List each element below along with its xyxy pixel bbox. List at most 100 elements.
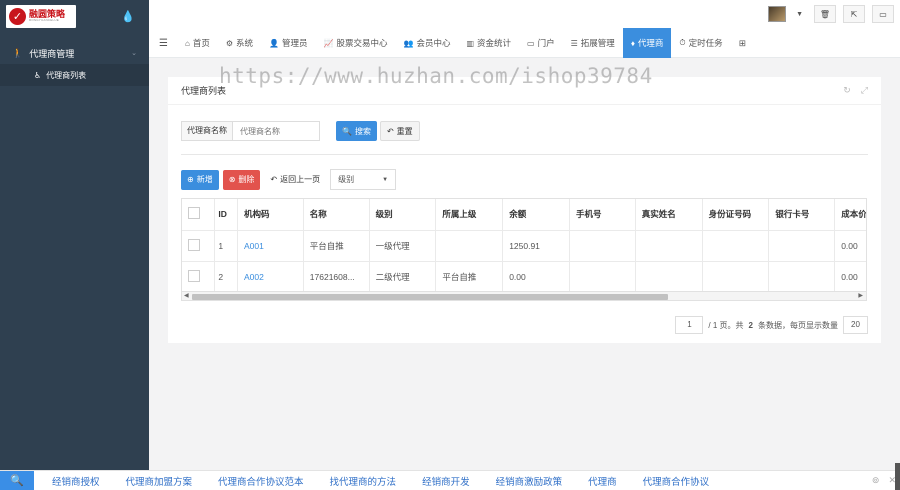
tab-agent[interactable]: ♦ 代理商 — [622, 28, 672, 58]
menu-group-agent: 🚶 代理商管理 ⌄ ♿ 代理商列表 — [0, 42, 149, 86]
trash-icon[interactable]: 🗑 — [814, 5, 836, 23]
col-header[interactable]: 真实姓名 — [635, 199, 703, 231]
tab-home[interactable]: ⌂ 首页 — [177, 28, 218, 58]
sidebar-item-agent-manage[interactable]: 🚶 代理商管理 ⌄ — [0, 42, 149, 64]
table-horizontal-scrollbar[interactable]: ◀ ▶ — [182, 291, 866, 300]
tab-system[interactable]: ⚙ 系统 — [218, 28, 261, 58]
page-title: 代理商列表 — [181, 86, 227, 96]
add-button-label: 新增 — [196, 175, 213, 184]
cell-id: 2 — [214, 261, 238, 293]
tab-members[interactable]: 👥 会员中心 — [395, 28, 458, 58]
settings-icon[interactable]: ⊚ — [872, 475, 880, 486]
grid-menu-icon[interactable]: ⊞ — [731, 28, 754, 58]
select-all-cell[interactable] — [182, 199, 216, 231]
bottom-link[interactable]: 找代理商的方法 — [330, 474, 397, 488]
back-button[interactable]: ↶ 返回上一页 — [264, 170, 326, 190]
water-drop-icon[interactable]: 💧 — [121, 10, 135, 23]
nav-tabs: ☰ ⌂ 首页 ⚙ 系统 👤 管理员 📈 股票交易中心 👥 会员中心 ▥ 资金统计 ▭ 门户 ☰… — [149, 28, 754, 58]
pagination: 1 / 1 页。共 2 条数据，每页显示数量 20 — [675, 316, 868, 334]
list-icon: ☰ — [570, 38, 578, 48]
level-select[interactable]: 级别 ▼ — [330, 169, 397, 190]
fullscreen-icon[interactable]: ⤢ — [861, 85, 868, 96]
cell-bank-card — [768, 261, 836, 293]
delete-button[interactable]: ⊗ 删除 — [222, 169, 261, 190]
col-header[interactable]: 身份证号码 — [702, 199, 770, 231]
tab-stock-trading[interactable]: 📈 股票交易中心 — [316, 28, 396, 58]
bottom-link[interactable]: 经销商开发 — [422, 474, 470, 488]
top-navbar: ▼ 🗑 ⇱ ▭ ☰ ⌂ 首页 ⚙ 系统 👤 管理员 📈 股票交易中心 👥 会员中心 ▥ 资金… — [149, 0, 900, 58]
page-scrollbar[interactable] — [895, 463, 900, 490]
caret-down-icon[interactable]: ▼ — [796, 11, 803, 18]
col-header[interactable]: 所属上级 — [435, 199, 504, 231]
add-button[interactable]: ⊕ 新增 — [181, 169, 219, 190]
col-header[interactable]: 名称 — [303, 199, 370, 231]
cell-phone — [569, 261, 636, 293]
portal-icon: ▭ — [527, 38, 535, 48]
bar-chart-icon: ▥ — [466, 38, 475, 48]
tab-label: 代理商 — [637, 38, 664, 48]
reset-button[interactable]: ↶ 重置 — [379, 121, 420, 141]
agent-code-link[interactable]: A002 — [244, 272, 264, 282]
col-header[interactable]: ID — [214, 199, 238, 231]
scroll-right-icon[interactable]: ▶ — [858, 292, 863, 299]
select-all-checkbox[interactable] — [188, 207, 200, 220]
col-header[interactable]: 银行卡号 — [768, 199, 836, 231]
agent-code-link[interactable]: A001 — [244, 241, 264, 251]
scroll-left-icon[interactable]: ◀ — [184, 292, 189, 299]
bottom-link[interactable]: 经销商授权 — [52, 474, 100, 488]
agent-name-input[interactable] — [233, 121, 320, 141]
bottom-link[interactable]: 代理商加盟方案 — [126, 474, 193, 488]
row-checkbox[interactable] — [188, 238, 200, 251]
cell-balance: 0.00 — [502, 261, 570, 293]
menu-toggle-icon[interactable]: ☰ — [149, 28, 177, 58]
tab-label: 系统 — [236, 38, 254, 48]
avatar[interactable] — [768, 6, 787, 22]
agent-table: ID 机构码 名称 级别 所属上级 余额 手机号 真实姓名 身份证号码 银行卡号… — [181, 198, 867, 301]
panel-tools: ↻ ⤢ — [843, 85, 868, 96]
tab-label: 门户 — [537, 38, 555, 48]
tab-label: 首页 — [192, 38, 210, 48]
home-icon: ⌂ — [184, 38, 190, 48]
close-circle-icon: ⊗ — [228, 175, 236, 184]
chevron-down-icon: ⌄ — [131, 50, 137, 57]
col-header[interactable]: 成本价 — [834, 199, 866, 231]
col-header[interactable]: 机构码 — [237, 199, 304, 231]
row-select-cell[interactable] — [182, 230, 216, 262]
cell-level: 一级代理 — [369, 230, 437, 262]
bottom-link[interactable]: 代理商合作协议范本 — [218, 474, 304, 488]
sidebar: ✓ 融圆策略 RONGYUANCELUE 💧 🚶 代理商管理 ⌄ ♿ 代理商列表 — [0, 0, 149, 470]
table-row[interactable]: 1 A001 平台自推 一级代理 1250.91 0.00 — [182, 230, 866, 262]
tab-scheduled-tasks[interactable]: ⏱ 定时任务 — [671, 28, 730, 58]
sidebar-item-agent-list[interactable]: ♿ 代理商列表 — [0, 64, 149, 86]
refresh-icon[interactable]: ↻ — [843, 85, 851, 96]
bottom-link[interactable]: 代理商合作协议 — [643, 474, 710, 488]
undo-icon: ↶ — [386, 126, 394, 136]
row-checkbox[interactable] — [188, 269, 200, 282]
tab-admin[interactable]: 👤 管理员 — [261, 28, 315, 58]
tab-extensions[interactable]: ☰ 拓展管理 — [563, 28, 623, 58]
tab-label: 管理员 — [281, 38, 308, 48]
top-toolbar: ▼ 🗑 ⇱ ▭ — [768, 5, 894, 23]
tab-portal[interactable]: ▭ 门户 — [519, 28, 563, 58]
bottom-link[interactable]: 代理商 — [588, 474, 617, 488]
window-icon[interactable]: ▭ — [872, 5, 894, 23]
bottom-link[interactable]: 经销商激励政策 — [496, 474, 563, 488]
tab-fund-stats[interactable]: ▥ 资金统计 — [458, 28, 519, 58]
scroll-thumb[interactable] — [192, 294, 668, 300]
search-icon[interactable]: 🔍 — [0, 470, 34, 490]
page-size-input[interactable]: 20 — [843, 316, 868, 334]
row-select-cell[interactable] — [182, 261, 216, 293]
col-header[interactable]: 级别 — [369, 199, 437, 231]
table-row[interactable]: 2 A002 17621608... 二级代理 平台自推 0.00 0.00 — [182, 261, 866, 293]
chart-line-icon: 📈 — [323, 38, 334, 48]
cell-parent — [435, 230, 504, 262]
col-header[interactable]: 余额 — [502, 199, 570, 231]
search-button[interactable]: 🔍 搜索 — [336, 121, 377, 141]
page-number-input[interactable]: 1 — [675, 316, 704, 334]
col-header[interactable]: 手机号 — [569, 199, 636, 231]
cell-cost-price: 0.00 — [834, 230, 866, 262]
caret-down-icon: ▼ — [382, 176, 389, 183]
level-select-value: 级别 — [338, 175, 355, 184]
external-link-icon[interactable]: ⇱ — [843, 5, 865, 23]
cell-name: 17621608... — [303, 261, 370, 293]
